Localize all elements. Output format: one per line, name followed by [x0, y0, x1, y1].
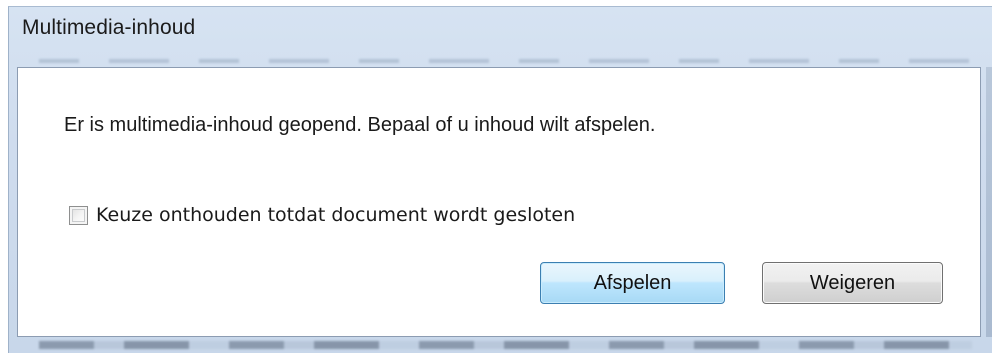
dialog-message: Er is multimedia-inhoud geopend. Bepaal …	[64, 114, 656, 136]
remember-choice-checkbox[interactable]	[69, 205, 88, 225]
remember-choice-option[interactable]: Keuze onthouden totdat document wordt ge…	[69, 204, 575, 226]
screen: Multimedia-inhoud Er is multimedia-inhou…	[0, 0, 992, 353]
play-button[interactable]: Afspelen	[540, 262, 725, 304]
aero-glass-blur-bottom	[39, 341, 972, 349]
remember-choice-label[interactable]: Keuze onthouden totdat document wordt ge…	[96, 204, 575, 226]
dialog-title: Multimedia-inhoud	[22, 16, 196, 39]
refuse-button[interactable]: Weigeren	[762, 262, 943, 304]
aero-glass-blur	[39, 59, 972, 63]
aero-glass-blur-side	[986, 67, 992, 337]
